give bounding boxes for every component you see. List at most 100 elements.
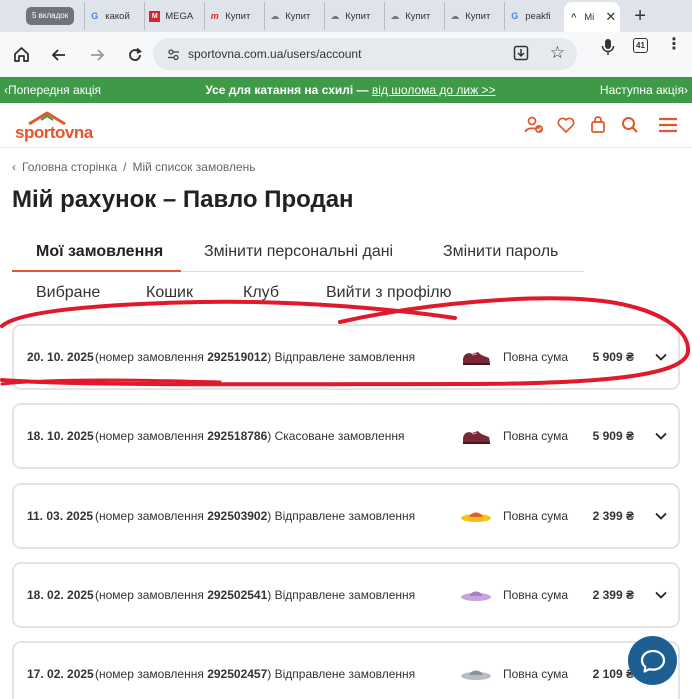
browser-tab[interactable]: Gpeakfi (504, 2, 564, 30)
order-info: (номер замовлення 292502457) Відправлене… (95, 667, 416, 681)
tab-count-badge[interactable]: 5 вкладок (26, 7, 75, 25)
order-row[interactable]: 11. 03. 2025 (номер замовлення 292503902… (12, 483, 680, 549)
site-info-icon[interactable] (167, 48, 180, 61)
cloud-icon: ☁ (450, 10, 460, 21)
tab-my-orders[interactable]: Мої замовлення (36, 243, 163, 261)
order-date: 11. 03. 2025 (27, 509, 94, 523)
chevron-down-icon[interactable] (654, 509, 668, 523)
tab-logout[interactable]: Вийти з профілю (326, 284, 452, 302)
order-info: (номер замовлення 292519012) Відправлене… (95, 350, 416, 364)
address-bar[interactable]: sportovna.com.ua/users/account ☆ (153, 38, 577, 70)
user-account-icon[interactable] (524, 115, 544, 135)
forward-icon[interactable] (78, 36, 116, 74)
cloud-icon: ☁ (390, 10, 400, 21)
order-sum: 2 399 ₴ (592, 588, 634, 602)
tab-club[interactable]: Клуб (243, 284, 279, 302)
browser-tab-strip: 5 вкладок Gкакой M MEGA m Купит ☁ Купит ☁ Ку… (0, 0, 692, 32)
chat-button[interactable] (628, 636, 677, 685)
order-total-label: Повна сума (503, 429, 569, 443)
back-icon[interactable] (40, 36, 78, 74)
order-info: (номер замовлення 292502541) Відправлене… (95, 588, 416, 602)
tab-personal-data[interactable]: Змінити персональні дані (204, 243, 393, 261)
product-thumbnail-shoe (463, 352, 490, 365)
browser-toolbar: sportovna.com.ua/users/account ☆ 41 ⋮ (0, 32, 692, 77)
heart-icon[interactable] (556, 115, 576, 135)
breadcrumb-home[interactable]: Головна сторінка (22, 160, 117, 174)
new-tab-icon[interactable]: + (634, 5, 646, 28)
toolbar-right: 41 ⋮ (601, 37, 682, 61)
breadcrumb-current[interactable]: Мій список замовлень (132, 160, 255, 174)
close-icon[interactable]: ✕ (605, 9, 616, 25)
active-tab-underline (12, 270, 181, 272)
download-icon[interactable] (513, 45, 529, 66)
order-sum: 5 909 ₴ (592, 429, 634, 443)
browser-tab[interactable]: ☁ Купит (384, 2, 444, 30)
order-total-label: Повна сума (503, 588, 569, 602)
order-number: 292502541 (207, 588, 268, 602)
cloud-icon: ☁ (270, 10, 280, 21)
order-info: (номер замовлення 292503902) Відправлене… (95, 509, 416, 523)
order-sum: 2 109 ₴ (592, 667, 634, 681)
chevron-left-icon: ‹ (12, 160, 16, 174)
order-number: 292502457 (207, 667, 268, 681)
order-status: Відправлене замовлення (274, 588, 416, 602)
breadcrumb-separator: / (123, 160, 127, 174)
order-sum: 2 399 ₴ (592, 509, 634, 523)
promo-bar: ‹Попередня акція Усе для катання на схил… (0, 77, 692, 103)
order-status: Відправлене замовлення (274, 667, 416, 681)
prev-promo-link[interactable]: ‹Попередня акція (4, 83, 101, 97)
chevron-down-icon[interactable] (654, 588, 668, 602)
order-number: 292503902 (207, 509, 268, 523)
sportovna-icon: ^ (571, 12, 577, 22)
order-sum: 5 909 ₴ (592, 350, 634, 364)
microphone-icon[interactable] (601, 38, 615, 61)
order-total-label: Повна сума (503, 350, 569, 364)
promo-link[interactable]: від шолома до лиж >> (372, 83, 496, 97)
browser-tab[interactable]: ☁ Купит (324, 2, 384, 30)
order-row[interactable]: 18. 10. 2025 (номер замовлення 292518786… (12, 403, 680, 469)
order-date: 20. 10. 2025 (27, 350, 94, 364)
breadcrumb: ‹ Головна сторінка / Мій список замовлен… (12, 160, 256, 174)
order-number: 292519012 (207, 350, 268, 364)
google-icon: G (91, 11, 99, 21)
logo[interactable]: sportovna (15, 111, 95, 143)
order-row[interactable]: 17. 02. 2025 (номер замовлення 292502457… (12, 641, 680, 699)
bookmark-star-icon[interactable]: ☆ (550, 43, 565, 63)
url-text[interactable]: sportovna.com.ua/users/account (188, 47, 361, 61)
home-icon[interactable] (2, 36, 40, 74)
order-total-label: Повна сума (503, 509, 569, 523)
browser-tab[interactable]: M MEGA (144, 2, 204, 30)
hamburger-menu-icon[interactable] (658, 115, 678, 135)
browser-tab[interactable]: Gкакой (84, 2, 144, 30)
search-icon[interactable] (620, 115, 640, 135)
cloud-icon: ☁ (330, 10, 340, 21)
browser-tab[interactable]: m Купит (204, 2, 264, 30)
browser-tab-active[interactable]: ^ Мі ✕ (564, 2, 621, 32)
chat-bubble-icon (640, 649, 665, 673)
product-thumbnail-slide (461, 591, 491, 601)
google-icon: G (511, 11, 519, 21)
tab-cart[interactable]: Кошик (146, 284, 193, 302)
order-info: (номер замовлення 292518786) Скасоване з… (95, 429, 405, 443)
order-total-label: Повна сума (503, 667, 569, 681)
reload-icon[interactable] (116, 36, 154, 74)
next-promo-link[interactable]: Наступна акція› (600, 83, 688, 97)
order-date: 18. 10. 2025 (27, 429, 94, 443)
chevron-down-icon[interactable] (654, 429, 668, 443)
header-icons (524, 115, 678, 135)
product-thumbnail-slide (461, 670, 491, 680)
site-header: sportovna (0, 103, 692, 148)
browser-tab[interactable]: ☁ Купит (264, 2, 324, 30)
order-status: Відправлене замовлення (274, 350, 416, 364)
browser-tab[interactable]: ☁ Купит (444, 2, 504, 30)
tab-favorites[interactable]: Вибране (36, 284, 100, 302)
tab-switcher-button[interactable]: 41 (633, 38, 648, 53)
sport-m-icon: m (210, 11, 219, 21)
cart-bag-icon[interactable] (588, 115, 608, 135)
chevron-down-icon[interactable] (654, 350, 668, 364)
order-row[interactable]: 18. 02. 2025 (номер замовлення 292502541… (12, 562, 680, 628)
tab-change-password[interactable]: Змінити пароль (443, 243, 558, 261)
more-menu-icon[interactable]: ⋮ (666, 37, 682, 61)
chevron-right-icon: › (683, 83, 688, 97)
order-row[interactable]: 20. 10. 2025 (номер замовлення 292519012… (12, 324, 680, 390)
